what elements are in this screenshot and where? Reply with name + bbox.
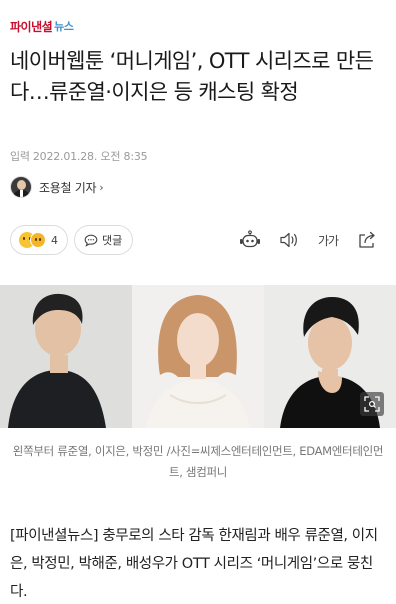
comment-label: 댓글: [102, 234, 123, 247]
article-photo[interactable]: [0, 285, 396, 428]
article-headline: 네이버웹툰 ‘머니게임’, OTT 시리즈로 만든다…류준열·이지은 등 캐스팅…: [10, 49, 374, 104]
article-toolbar: 가가: [224, 228, 380, 252]
date-value: 2022.01.28. 오전 8:35: [32, 150, 148, 163]
logo-sub-text: 뉴스: [54, 20, 74, 33]
speaker-icon: [280, 232, 297, 248]
reaction-count: 4: [51, 233, 58, 247]
robot-voice-icon: [240, 230, 260, 248]
reporter-avatar: [10, 176, 32, 198]
photo-caption: 왼쪽부터 류준열, 이지은, 박정민 /사진=씨제스엔터테인먼트, EDAM엔터…: [12, 444, 384, 479]
comment-button[interactable]: 댓글: [74, 225, 134, 255]
expand-image-icon: [364, 396, 380, 412]
share-button[interactable]: [354, 228, 380, 252]
share-icon: [359, 231, 375, 248]
article-dateline: 입력 2022.01.28. 오전 8:35: [10, 148, 148, 164]
font-size-button[interactable]: 가가: [315, 228, 341, 252]
audio-button[interactable]: [276, 228, 302, 252]
font-size-icon: 가가: [317, 233, 339, 248]
article-body: [파이낸셜뉴스] 충무로의 스타 감독 한재림과 배우 류준열, 이지은, 박정…: [10, 528, 378, 600]
cast-photo-illustration: [0, 285, 396, 428]
date-label: 입력: [10, 150, 30, 163]
expand-image-button[interactable]: [360, 392, 384, 416]
tts-button[interactable]: [237, 228, 263, 252]
speech-bubble-icon: [84, 234, 98, 247]
reporter-link[interactable]: 조용철 기자 ›: [10, 176, 104, 198]
reaction-button[interactable]: 4: [10, 225, 68, 255]
reporter-name: 조용철 기자: [39, 180, 97, 195]
logo-main-text: 파이낸셜: [10, 19, 53, 34]
chevron-right-icon: ›: [99, 180, 104, 194]
publisher-logo[interactable]: 파이낸셜 뉴스: [10, 18, 74, 34]
emoji-reaction-icon: [30, 232, 46, 248]
